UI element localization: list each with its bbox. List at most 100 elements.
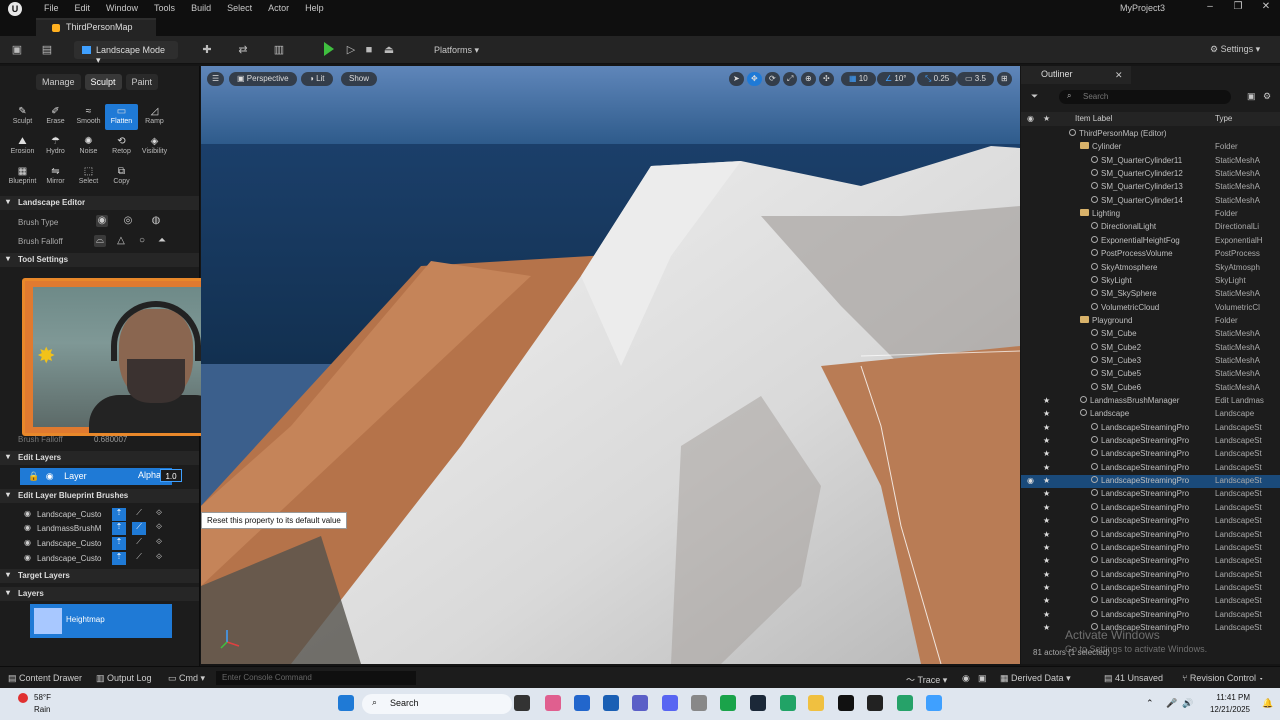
obs-app-icon[interactable] [897, 695, 913, 711]
tool-sculpt[interactable]: ✎ Sculpt [6, 104, 39, 130]
tool-retop[interactable]: ⟲ Retop [105, 134, 138, 160]
task-view-icon[interactable] [514, 695, 530, 711]
eye-icon[interactable]: ◉ [24, 553, 31, 562]
trace-dropdown[interactable]: 〜 Trace ▾ [906, 673, 947, 686]
pin-column-icon[interactable]: ★ [1043, 114, 1050, 123]
eye-icon[interactable]: ◉ [24, 523, 31, 532]
outliner-row[interactable]: ★ LandscapeStreamingPro LandscapeSt [1021, 569, 1280, 582]
menu-file[interactable]: File [36, 1, 67, 15]
outlook-icon[interactable] [603, 695, 619, 711]
discord-icon[interactable] [662, 695, 678, 711]
outliner-row[interactable]: SM_QuarterCylinder14 StaticMeshA [1021, 195, 1280, 208]
affects-weight-icon[interactable]: ⟋ [132, 552, 146, 565]
pin-star-icon[interactable]: ★ [1043, 516, 1050, 525]
scale-snap-button[interactable]: ⤡ 0.25 [917, 72, 958, 86]
clock-date[interactable]: 12/21/2025 [1196, 705, 1250, 714]
revision-control-button[interactable]: ⑂ Revision Control ▾ [1182, 673, 1264, 683]
alpha-input[interactable]: 1.0 [160, 469, 182, 482]
pin-star-icon[interactable]: ★ [1043, 489, 1050, 498]
unreal-engine-icon[interactable] [838, 695, 854, 711]
outliner-row[interactable]: ★ LandscapeStreamingPro LandscapeSt [1021, 502, 1280, 515]
pin-star-icon[interactable]: ★ [1043, 436, 1050, 445]
menu-tools[interactable]: Tools [146, 1, 183, 15]
outliner-row[interactable]: SkyAtmosphere SkyAtmosph [1021, 262, 1280, 275]
outliner-row[interactable]: SM_QuarterCylinder13 StaticMeshA [1021, 181, 1280, 194]
console-input[interactable]: Enter Console Command [216, 671, 416, 685]
outliner-row[interactable]: ★ LandscapeStreamingPro LandscapeSt [1021, 448, 1280, 461]
grid-snap-button[interactable]: ▦ 10 [841, 72, 876, 86]
outliner-row[interactable]: SM_SkySphere StaticMeshA [1021, 288, 1280, 301]
close-outliner-icon[interactable]: ✕ [1115, 70, 1123, 81]
outliner-row[interactable]: ★ LandscapeStreamingPro LandscapeSt [1021, 582, 1280, 595]
affects-weight-icon[interactable]: ⟋ [132, 508, 146, 521]
section-target-layers[interactable]: Target Layers [0, 569, 199, 583]
outliner-row[interactable]: ★ LandscapeStreamingPro LandscapeSt [1021, 529, 1280, 542]
tab-manage[interactable]: Manage [36, 74, 81, 90]
unsaved-button[interactable]: ▤ 41 Unsaved [1104, 673, 1163, 684]
affects-weight-icon[interactable]: ⟋ [132, 537, 146, 550]
linear-falloff-icon[interactable]: △ [115, 235, 127, 247]
eye-icon[interactable]: ◉ [24, 509, 31, 518]
column-type[interactable]: Type [1215, 114, 1232, 123]
outliner-row[interactable]: SM_Cube2 StaticMeshA [1021, 342, 1280, 355]
pin-star-icon[interactable]: ★ [1043, 476, 1050, 485]
rotation-snap-button[interactable]: ∠ 10° [877, 72, 915, 86]
add-folder-icon[interactable]: ▣ [1247, 91, 1256, 102]
affects-visibility-icon[interactable]: ⟐ [152, 522, 166, 535]
file-explorer-icon[interactable] [808, 695, 824, 711]
level-viewport[interactable]: ☰ ▣ Perspective ◑ Lit Show ➤ ✥ ⟳ ⤢ ⊕ ✣ ▦… [201, 66, 1020, 664]
chrome-icon[interactable] [720, 695, 736, 711]
blueprint-brush-row[interactable]: ◉ Landscape_Custo ⇡ ⟋ ⟐ [24, 537, 174, 551]
content-drawer-button[interactable]: ▤ Content Drawer [8, 673, 82, 684]
tool-hydro[interactable]: ☂ Hydro [39, 134, 72, 160]
section-layers[interactable]: Layers [0, 587, 199, 601]
outliner-row[interactable]: SM_Cube3 StaticMeshA [1021, 355, 1280, 368]
pin-star-icon[interactable]: ★ [1043, 409, 1050, 418]
eye-icon[interactable]: ◉ [24, 538, 31, 547]
outliner-row[interactable]: ★ LandscapeStreamingPro LandscapeSt [1021, 542, 1280, 555]
affects-heightmap-icon[interactable]: ⇡ [112, 508, 126, 521]
tool-erosion[interactable]: ⛰ Erosion [6, 134, 39, 160]
pin-star-icon[interactable]: ★ [1043, 596, 1050, 605]
mode-dropdown[interactable]: Landscape Mode ▾ [74, 41, 178, 65]
app-icon[interactable] [691, 695, 707, 711]
step-icon[interactable]: ▷ [344, 43, 358, 57]
affects-visibility-icon[interactable]: ⟐ [152, 537, 166, 550]
play-button[interactable] [324, 42, 334, 56]
tool-blueprint[interactable]: ▦ Blueprint [6, 164, 39, 190]
heightmap-layer[interactable]: Heightmap [30, 604, 172, 638]
android-studio-icon[interactable] [780, 695, 796, 711]
tool-noise[interactable]: ✺ Noise [72, 134, 105, 160]
outliner-row[interactable]: ★ LandscapeStreamingPro LandscapeSt [1021, 555, 1280, 568]
outliner-row[interactable]: Cylinder Folder [1021, 141, 1280, 154]
outliner-row[interactable]: SM_Cube6 StaticMeshA [1021, 382, 1280, 395]
pin-star-icon[interactable]: ★ [1043, 623, 1050, 632]
rotate-icon[interactable]: ⟳ [765, 72, 780, 86]
eye-icon[interactable]: ◉ [1027, 476, 1034, 485]
hamburger-icon[interactable]: ☰ [207, 72, 225, 86]
store-icon[interactable] [574, 695, 590, 711]
camera-speed-button[interactable]: ▭ 3.5 [957, 72, 994, 86]
weather-icon[interactable] [18, 693, 28, 703]
outliner-row[interactable]: ★ LandscapeStreamingPro LandscapeSt [1021, 435, 1280, 448]
perspective-button[interactable]: ▣ Perspective [229, 72, 297, 86]
tool-copy[interactable]: ⧉ Copy [105, 164, 138, 190]
section-landscape-editor[interactable]: Landscape Editor [0, 196, 199, 210]
visibility-column-icon[interactable]: ◉ [1027, 114, 1034, 123]
section-edit-layers[interactable]: Edit Layers [0, 451, 199, 465]
outliner-row[interactable]: ExponentialHeightFog ExponentialH [1021, 235, 1280, 248]
content-browser-icon[interactable]: ▤ [40, 43, 54, 57]
column-item-label[interactable]: Item Label [1075, 114, 1112, 123]
save-icon[interactable]: ▣ [10, 43, 24, 57]
tab-third-person-map[interactable]: ThirdPersonMap [36, 18, 156, 36]
close-icon[interactable]: ✕ [1252, 1, 1280, 17]
maximize-icon[interactable]: ❐ [1224, 1, 1252, 17]
pin-star-icon[interactable]: ★ [1043, 556, 1050, 565]
section-tool-settings[interactable]: Tool Settings [0, 253, 199, 267]
lit-button[interactable]: ◑ Lit [301, 72, 333, 86]
pin-star-icon[interactable]: ★ [1043, 503, 1050, 512]
outliner-row[interactable]: ★ LandscapeStreamingPro LandscapeSt [1021, 422, 1280, 435]
teams-icon[interactable] [632, 695, 648, 711]
brush-falloff-value[interactable]: 0.680007 [94, 435, 127, 444]
eject-icon[interactable]: ⏏ [382, 43, 396, 57]
